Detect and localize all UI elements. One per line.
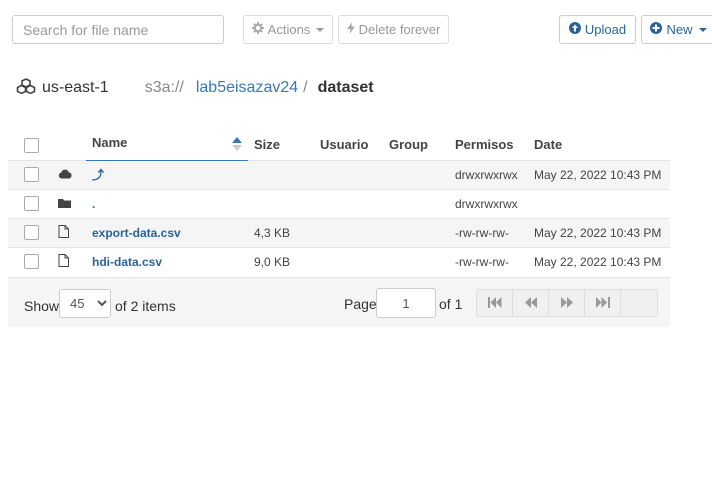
row-checkbox[interactable] — [24, 196, 39, 212]
group-cell — [383, 246, 449, 276]
permissions-cell: drwxrwxrwx — [449, 159, 528, 189]
select-all-checkbox[interactable] — [24, 137, 39, 153]
table-row[interactable]: . drwxrwxrwx — [8, 188, 670, 218]
plus-circle-icon — [650, 22, 663, 37]
size-cell — [248, 188, 314, 218]
file-link[interactable]: hdi-data.csv — [92, 255, 162, 269]
name-column-header[interactable]: Name — [86, 130, 248, 161]
cloud-icon — [52, 159, 86, 189]
file-table: Name Size Usuario Group Permisos Date ⤴ — [8, 130, 670, 276]
page-number-input[interactable] — [376, 288, 436, 318]
page-size-select[interactable]: 45 — [59, 289, 111, 318]
show-label: Show — [24, 298, 60, 314]
bolt-icon — [346, 22, 355, 37]
user-cell — [314, 217, 383, 247]
pagination-bar: Show 45 of 2 items Page of 1 — [8, 277, 670, 327]
backward-icon — [524, 295, 537, 311]
user-column-header[interactable]: Usuario — [314, 130, 383, 160]
current-folder-link[interactable]: . — [92, 197, 95, 211]
pager-spacer — [621, 290, 657, 316]
row-checkbox[interactable] — [24, 167, 39, 183]
items-count-label: of 2 items — [115, 298, 176, 314]
upload-button[interactable]: Upload — [559, 15, 636, 44]
size-cell: 4,3 KB — [248, 217, 314, 247]
cubes-icon — [16, 77, 36, 99]
parent-folder-link[interactable]: ⤴ — [92, 168, 104, 182]
search-input[interactable] — [12, 15, 224, 44]
select-all-cell — [8, 130, 52, 160]
first-page-icon — [487, 295, 502, 311]
type-column-header — [52, 130, 86, 160]
total-pages-label: of 1 — [439, 296, 463, 312]
next-page-button[interactable] — [549, 290, 585, 316]
pager-buttons — [476, 289, 658, 317]
sort-asc-icon — [232, 137, 242, 154]
file-icon — [52, 217, 86, 247]
date-column-header[interactable]: Date — [528, 130, 670, 160]
group-cell — [383, 217, 449, 247]
last-page-button[interactable] — [585, 290, 621, 316]
breadcrumb-bucket-link[interactable]: lab5eisazav24 — [196, 79, 298, 97]
size-cell: 9,0 KB — [248, 246, 314, 276]
permissions-column-header[interactable]: Permisos — [449, 130, 528, 160]
user-cell — [314, 246, 383, 276]
permissions-cell: -rw-rw-rw- — [449, 217, 528, 247]
arrow-up-circle-icon — [568, 22, 581, 37]
user-cell — [314, 159, 383, 189]
size-column-header[interactable]: Size — [248, 130, 314, 160]
folder-icon — [52, 188, 86, 218]
date-cell: May 22, 2022 10:43 PM — [528, 159, 670, 189]
upload-label: Upload — [584, 22, 627, 37]
permissions-cell: -rw-rw-rw- — [449, 246, 528, 276]
delete-forever-label: Delete forever — [358, 22, 441, 37]
previous-page-button[interactable] — [513, 290, 549, 316]
name-header-label: Name — [92, 135, 128, 151]
first-page-button[interactable] — [477, 290, 513, 316]
delete-forever-button[interactable]: Delete forever — [338, 15, 449, 44]
breadcrumb-separator: / — [303, 79, 308, 96]
new-label: New — [666, 22, 693, 37]
gear-icon — [251, 22, 264, 37]
actions-label: Actions — [267, 22, 311, 37]
date-cell — [528, 188, 670, 218]
table-header-row: Name Size Usuario Group Permisos Date — [8, 130, 670, 161]
table-row[interactable]: ⤴ drwxrwxrwx May 22, 2022 10:43 PM — [8, 159, 670, 189]
new-button[interactable]: New — [641, 15, 712, 44]
chevron-down-icon — [698, 27, 707, 32]
group-column-header[interactable]: Group — [383, 130, 449, 160]
date-cell: May 22, 2022 10:43 PM — [528, 217, 670, 247]
scheme-label: s3a:// — [144, 79, 184, 96]
table-row[interactable]: export-data.csv 4,3 KB -rw-rw-rw- May 22… — [8, 217, 670, 247]
page-label: Page — [344, 296, 377, 312]
breadcrumb: us-east-1 s3a:// lab5eisazav24 / dataset — [16, 76, 374, 100]
row-checkbox[interactable] — [24, 254, 39, 270]
breadcrumb-current-folder: dataset — [317, 79, 374, 96]
last-page-icon — [595, 295, 610, 311]
file-icon — [52, 246, 86, 276]
actions-button[interactable]: Actions — [243, 15, 333, 44]
group-cell — [383, 159, 449, 189]
chevron-down-icon — [316, 27, 325, 32]
size-cell — [248, 159, 314, 189]
user-cell — [314, 188, 383, 218]
file-link[interactable]: export-data.csv — [92, 226, 181, 240]
table-row[interactable]: hdi-data.csv 9,0 KB -rw-rw-rw- May 22, 2… — [8, 246, 670, 276]
group-cell — [383, 188, 449, 218]
forward-icon — [560, 295, 573, 311]
region-label[interactable]: us-east-1 — [42, 79, 109, 97]
row-checkbox[interactable] — [24, 225, 39, 241]
date-cell: May 22, 2022 10:43 PM — [528, 246, 670, 276]
permissions-cell: drwxrwxrwx — [449, 188, 528, 218]
